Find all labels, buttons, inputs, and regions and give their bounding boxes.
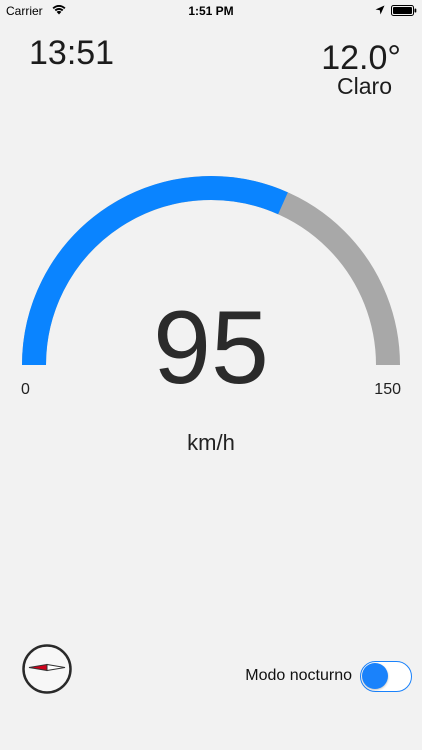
- gauge-min-label: 0: [21, 381, 30, 398]
- gauge-max-label: 150: [374, 381, 401, 398]
- clock-time: 13:51: [29, 34, 115, 72]
- night-mode-toggle[interactable]: [360, 661, 412, 692]
- status-time: 1:51 PM: [188, 4, 234, 18]
- status-bar: Carrier 1:51 PM: [0, 0, 422, 22]
- speed-value: 95: [153, 290, 269, 406]
- location-arrow-icon: [375, 5, 385, 15]
- battery-icon: [391, 5, 417, 16]
- compass-icon[interactable]: [21, 643, 73, 695]
- weather-condition: Claro: [337, 73, 392, 99]
- night-mode-label: Modo nocturno: [245, 667, 352, 684]
- speed-unit: km/h: [187, 430, 235, 455]
- toggle-knob: [362, 663, 388, 689]
